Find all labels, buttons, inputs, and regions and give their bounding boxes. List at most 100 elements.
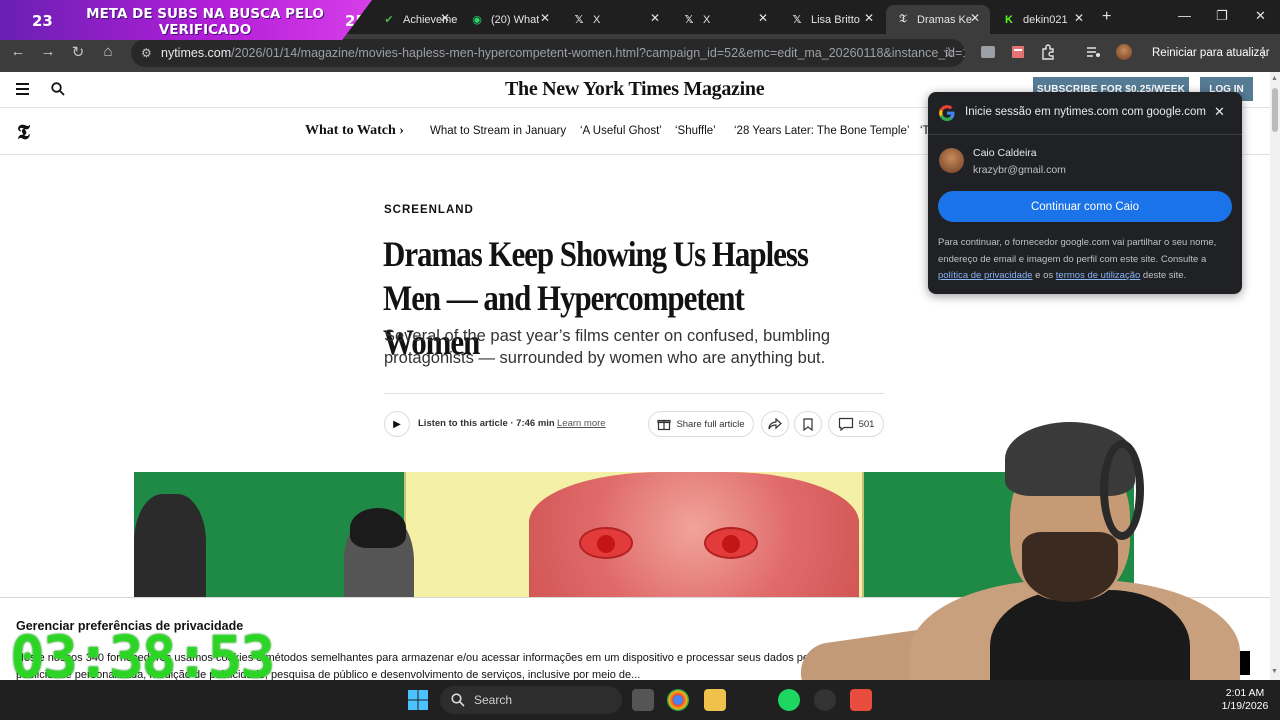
subnav-item[interactable]: ‘Shuffle’ [675,125,716,137]
reload-icon[interactable]: ↻ [68,43,88,61]
x-icon: 𝕏 [574,14,584,26]
close-icon[interactable]: ✕ [970,11,980,25]
extension-icon[interactable] [980,44,996,60]
close-icon[interactable]: ✕ [758,11,768,25]
listen-label[interactable]: Listen to this article · 7:46 min [418,418,555,429]
restore-icon[interactable]: ❐ [1216,8,1228,24]
close-icon[interactable]: ✕ [1074,11,1084,25]
url-path: /2026/01/14/magazine/movies-hapless-men-… [231,46,965,60]
illustration-eye [704,527,758,559]
account-name: Caio Caldeira [973,147,1037,159]
tab-x-1[interactable]: 𝕏 X ✕ [562,5,670,34]
menu-icon[interactable] [16,83,29,98]
comments-button[interactable]: 501 [828,411,884,437]
illustration-figure [344,508,414,598]
what-to-watch-link[interactable]: What to Watch › [305,123,404,139]
forward-icon[interactable]: → [38,43,58,60]
new-tab-icon[interactable]: + [1102,8,1111,26]
privacy-policy-link[interactable]: política de privacidade [938,270,1033,281]
file-explorer-icon[interactable] [704,689,726,711]
terms-link[interactable]: termos de utilização [1056,270,1140,281]
share-icon[interactable] [761,411,789,437]
subnav-item[interactable]: ‘28 Years Later: The Bone Temple’ [734,125,909,137]
x-icon: 𝕏 [792,14,802,26]
scroll-up-icon[interactable]: ▲ [1271,75,1278,82]
privacy-action-button[interactable] [1206,651,1250,675]
subnav-item[interactable]: ‘A Useful Ghost’ [580,125,662,137]
url-host: nytimes.com [161,46,232,60]
window-close-icon[interactable]: ✕ [1255,8,1266,24]
search-placeholder: Search [474,693,513,707]
tab-nyt-active[interactable]: 𝔗 Dramas Ke ✕ [886,5,990,34]
taskbar-search[interactable]: Search [440,686,622,714]
scroll-down-icon[interactable]: ▼ [1271,668,1278,675]
close-icon[interactable]: ✕ [650,11,660,25]
bookmark-icon[interactable] [794,411,822,437]
close-icon[interactable]: ✕ [1214,104,1225,120]
divider [384,393,884,394]
system-clock[interactable]: 2:01 AM 1/19/2026 [1220,687,1270,713]
goal-current: 23 [32,12,53,30]
article-summary: Several of the past year’s films center … [384,327,831,367]
comment-icon [838,417,853,431]
obs-icon[interactable] [814,689,836,711]
fine-print-text: deste site. [1140,270,1187,281]
clock-date: 1/19/2026 [1221,700,1269,712]
x-icon: 𝕏 [684,14,694,26]
bookmark-star-icon[interactable]: ☆ [942,44,955,61]
profile-avatar[interactable] [1116,44,1132,60]
search-icon [451,693,465,707]
search-icon[interactable] [51,82,65,96]
tab-achievements[interactable]: ✔ Achieveme ✕ [372,5,460,34]
chrome-menu-icon[interactable]: ⋮ [1256,44,1270,61]
chrome-icon[interactable] [667,689,689,711]
windows-start-icon[interactable] [407,689,429,711]
learn-more-link[interactable]: Learn more [557,418,606,429]
comments-count: 501 [858,418,875,430]
goal-text: META DE SUBS NA BUSCA PELO VERIFICADO [86,6,324,38]
store-icon[interactable] [850,689,872,711]
subnav-item[interactable]: What to Stream in January [430,125,566,137]
gift-icon [657,419,672,431]
tab-label: Dramas Ke [917,13,973,26]
home-icon[interactable]: ⌂ [98,43,118,60]
task-view-icon[interactable] [632,689,654,711]
nyt-icon: 𝔗 [899,13,907,25]
tab-label: X [593,13,601,26]
media-control-icon[interactable] [1085,44,1101,60]
address-bar[interactable]: ⚙ nytimes.com/2026/01/14/magazine/movies… [131,39,965,67]
hero-illustration [134,472,1134,598]
fine-print-text: Para continuar, o fornecedor google.com … [938,237,1217,265]
article-tools: ▶ Listen to this article · 7:46 min Lear… [384,411,884,437]
screen: ✔ Achieveme ✕ ◉ (20) What ✕ 𝕏 X ✕ 𝕏 X ✕ … [0,0,1280,720]
extension-icon[interactable] [1010,44,1026,60]
play-icon[interactable]: ▶ [384,411,410,437]
tab-label: dekin021 [1023,13,1068,26]
continue-as-button[interactable]: Continuar como Caio [938,191,1232,222]
puzzle-icon[interactable] [1040,44,1056,60]
tab-x-2[interactable]: 𝕏 X ✕ [672,5,778,34]
back-icon[interactable]: ← [8,43,28,60]
illustration-figure [134,494,206,598]
close-icon[interactable]: ✕ [864,11,874,25]
share-full-article-button[interactable]: Share full article [648,411,754,437]
subs-goal-banner: 23 META DE SUBS NA BUSCA PELO VERIFICADO… [0,0,372,40]
scroll-thumb[interactable] [1272,88,1278,132]
tab-whatsapp[interactable]: ◉ (20) What ✕ [460,5,560,34]
tab-label: X [703,13,711,26]
tab-label: (20) What [491,13,540,26]
nyt-magazine-logo[interactable]: The New York Times Magazine [505,78,765,101]
minimize-icon[interactable]: — [1178,8,1191,23]
close-icon[interactable]: ✕ [540,11,550,25]
section-kicker[interactable]: SCREENLAND [384,204,474,216]
google-icon [939,105,955,121]
nyt-t-logo-icon[interactable]: 𝕿 [17,120,30,145]
site-info-icon[interactable]: ⚙ [141,46,152,60]
tab-label: Lisa Britto [811,13,860,26]
tab-lisa-britto[interactable]: 𝕏 Lisa Britto ✕ [780,5,884,34]
spotify-icon[interactable] [778,689,800,711]
page-scrollbar[interactable]: ▲ ▼ [1270,72,1280,680]
tab-kick[interactable]: K dekin021 ✕ [992,5,1094,34]
clock-time: 2:01 AM [1225,687,1265,699]
close-icon[interactable]: ✕ [440,11,450,25]
